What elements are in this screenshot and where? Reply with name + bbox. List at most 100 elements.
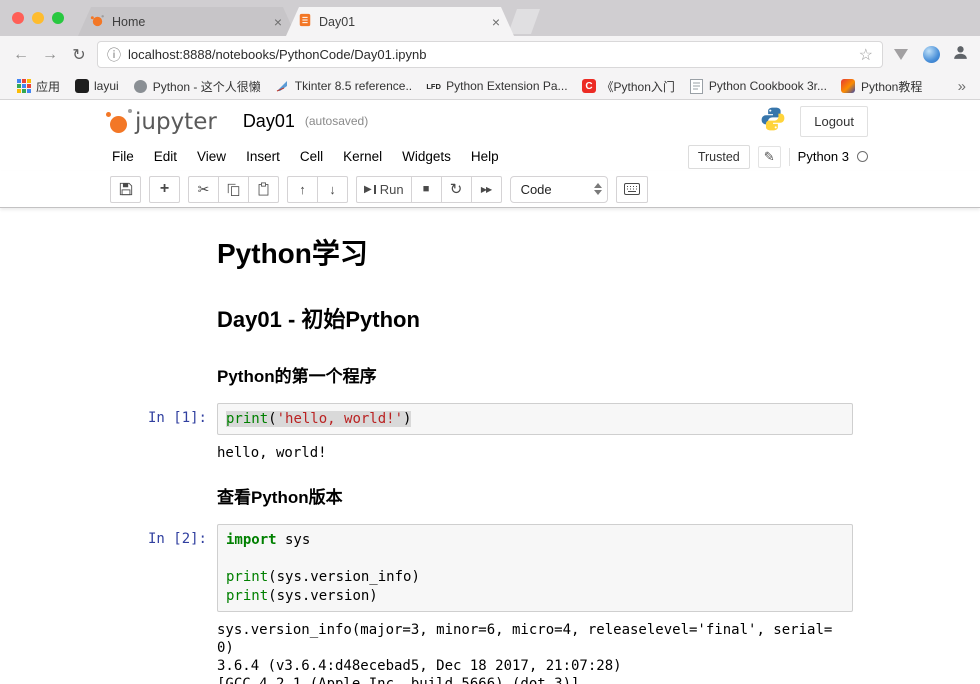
minimize-window-button[interactable]	[32, 12, 44, 24]
output-text: hello, world!	[217, 442, 833, 463]
bookmark-label: Tkinter 8.5 reference..	[295, 79, 412, 93]
zoom-window-button[interactable]	[52, 12, 64, 24]
notebook-toolbar: + ✂ ↑ ↓ ▶ Run ■ ↻ ▶▶ Code	[0, 171, 980, 208]
bookmark-layui[interactable]: layui	[68, 77, 125, 96]
bookmark-label: Python教程	[861, 78, 922, 95]
input-prompt: In [1]:	[119, 403, 217, 435]
move-cell-down-button[interactable]: ↓	[317, 176, 348, 203]
move-cell-up-button[interactable]: ↑	[287, 176, 318, 203]
bookmark-label: Python Cookbook 3r...	[709, 79, 827, 93]
bookmark-python-extension[interactable]: LFD Python Extension Pa...	[420, 77, 573, 96]
fast-forward-icon: ▶▶	[481, 185, 491, 194]
output-prompt-spacer	[119, 442, 217, 463]
arrow-up-icon: ↑	[299, 182, 306, 197]
bookmark-label: layui	[94, 79, 119, 93]
logout-button[interactable]: Logout	[800, 106, 868, 137]
apps-grid-icon	[16, 79, 31, 94]
menu-view[interactable]: View	[187, 145, 236, 168]
interrupt-kernel-button[interactable]: ■	[411, 176, 442, 203]
code-input[interactable]: print('hello, world!')	[217, 403, 853, 435]
jupyter-logo[interactable]: jupyter	[106, 108, 217, 134]
input-prompt: In [2]:	[119, 524, 217, 612]
restart-run-all-button[interactable]: ▶▶	[471, 176, 502, 203]
notebook-area: Python学习 Day01 - 初始Python Python的第一个程序 I…	[0, 208, 980, 684]
code-cell-2: In [2]: import sys print(sys.version_inf…	[119, 520, 861, 616]
paste-cell-button[interactable]	[248, 176, 279, 203]
insert-cell-button[interactable]: +	[149, 176, 180, 203]
scissors-icon: ✂	[198, 181, 210, 198]
menu-widgets[interactable]: Widgets	[392, 145, 461, 168]
bookmark-python-intro[interactable]: C 《Python入门	[576, 76, 681, 97]
command-palette-button[interactable]	[616, 176, 648, 203]
close-window-button[interactable]	[12, 12, 24, 24]
checkpoint-status: (autosaved)	[305, 114, 368, 128]
url-text[interactable]: localhost:8888/notebooks/PythonCode/Day0…	[128, 47, 852, 62]
forward-icon[interactable]: →	[39, 46, 61, 64]
play-icon: ▶	[364, 184, 372, 195]
profile-icon[interactable]	[951, 43, 970, 67]
bookmark-python-tutorial[interactable]: Python教程	[835, 76, 928, 97]
bookmark-python-lazy[interactable]: Python - 这个人很懒	[127, 76, 267, 97]
tab-close-icon[interactable]: ×	[490, 15, 502, 29]
menu-cell[interactable]: Cell	[290, 145, 333, 168]
cut-cell-button[interactable]: ✂	[188, 176, 219, 203]
cell-type-select[interactable]: Code	[510, 176, 608, 203]
restart-kernel-button[interactable]: ↻	[441, 176, 472, 203]
divider	[789, 148, 790, 166]
python-logo-icon	[760, 106, 786, 137]
cell-type-value: Code	[521, 182, 552, 197]
keyboard-icon	[624, 183, 640, 195]
code-input[interactable]: import sys print(sys.version_info) print…	[217, 524, 853, 612]
window-controls	[12, 12, 64, 24]
extension-triangle-icon[interactable]	[894, 49, 908, 60]
trusted-button[interactable]: Trusted	[688, 145, 750, 169]
extension-globe-icon[interactable]	[923, 46, 940, 63]
output-prompt-spacer	[119, 619, 217, 684]
restart-icon: ↻	[450, 180, 463, 198]
jupyter-logo-text: jupyter	[135, 111, 217, 134]
kernel-status-icon	[857, 151, 868, 162]
bookmark-apps[interactable]: 应用	[10, 76, 66, 97]
site-info-icon[interactable]: ⓘ	[107, 45, 121, 65]
run-cell-button[interactable]: ▶ Run	[356, 176, 412, 203]
tk-feather-icon	[275, 79, 290, 94]
menu-file[interactable]: File	[102, 145, 144, 168]
menu-help[interactable]: Help	[461, 145, 509, 168]
save-button[interactable]	[110, 176, 141, 203]
address-bar[interactable]: ⓘ localhost:8888/notebooks/PythonCode/Da…	[97, 41, 883, 68]
menu-kernel[interactable]: Kernel	[333, 145, 392, 168]
csdn-icon: C	[582, 79, 597, 94]
markdown-cell-version[interactable]: 查看Python版本	[119, 471, 861, 520]
select-arrows-icon	[594, 183, 602, 195]
layui-icon	[74, 79, 89, 94]
menu-bar: File Edit View Insert Cell Kernel Widget…	[0, 142, 980, 171]
tab-home[interactable]: Home ×	[78, 7, 296, 36]
prompt-spacer	[119, 224, 217, 286]
bookmark-label: 应用	[36, 78, 60, 95]
markdown-cell-title[interactable]: Python学习	[119, 220, 861, 290]
bookmarks-bar: 应用 layui Python - 这个人很懒 Tkinter 8.5 refe…	[0, 73, 980, 100]
menu-insert[interactable]: Insert	[236, 145, 290, 168]
bookmark-star-icon[interactable]: ☆	[859, 45, 873, 65]
output-text: sys.version_info(major=3, minor=6, micro…	[217, 619, 833, 684]
bookmark-tkinter[interactable]: Tkinter 8.5 reference..	[269, 77, 418, 96]
heading-day01: Day01 - 初始Python	[217, 302, 853, 334]
tab-close-icon[interactable]: ×	[272, 15, 284, 29]
tab-day01[interactable]: Day01 ×	[286, 7, 514, 36]
back-icon[interactable]: ←	[10, 46, 32, 64]
reload-icon[interactable]: ↻	[68, 45, 90, 65]
markdown-cell-first-program[interactable]: Python的第一个程序	[119, 350, 861, 399]
copy-cell-button[interactable]	[218, 176, 249, 203]
bookmark-cookbook[interactable]: Python Cookbook 3r...	[683, 77, 833, 96]
heading-first-program: Python的第一个程序	[217, 362, 853, 387]
notebook-title[interactable]: Day01	[243, 111, 295, 132]
bookmarks-overflow-chevron[interactable]: »	[954, 78, 970, 95]
copy-icon	[227, 183, 240, 196]
code-cell-1: In [1]: print('hello, world!')	[119, 399, 861, 439]
book-icon	[689, 79, 704, 94]
heading-python-study: Python学习	[217, 232, 853, 272]
clipboard-icon	[257, 182, 270, 196]
new-tab-button[interactable]	[508, 9, 540, 34]
menu-edit[interactable]: Edit	[144, 145, 187, 168]
markdown-cell-day01[interactable]: Day01 - 初始Python	[119, 290, 861, 350]
